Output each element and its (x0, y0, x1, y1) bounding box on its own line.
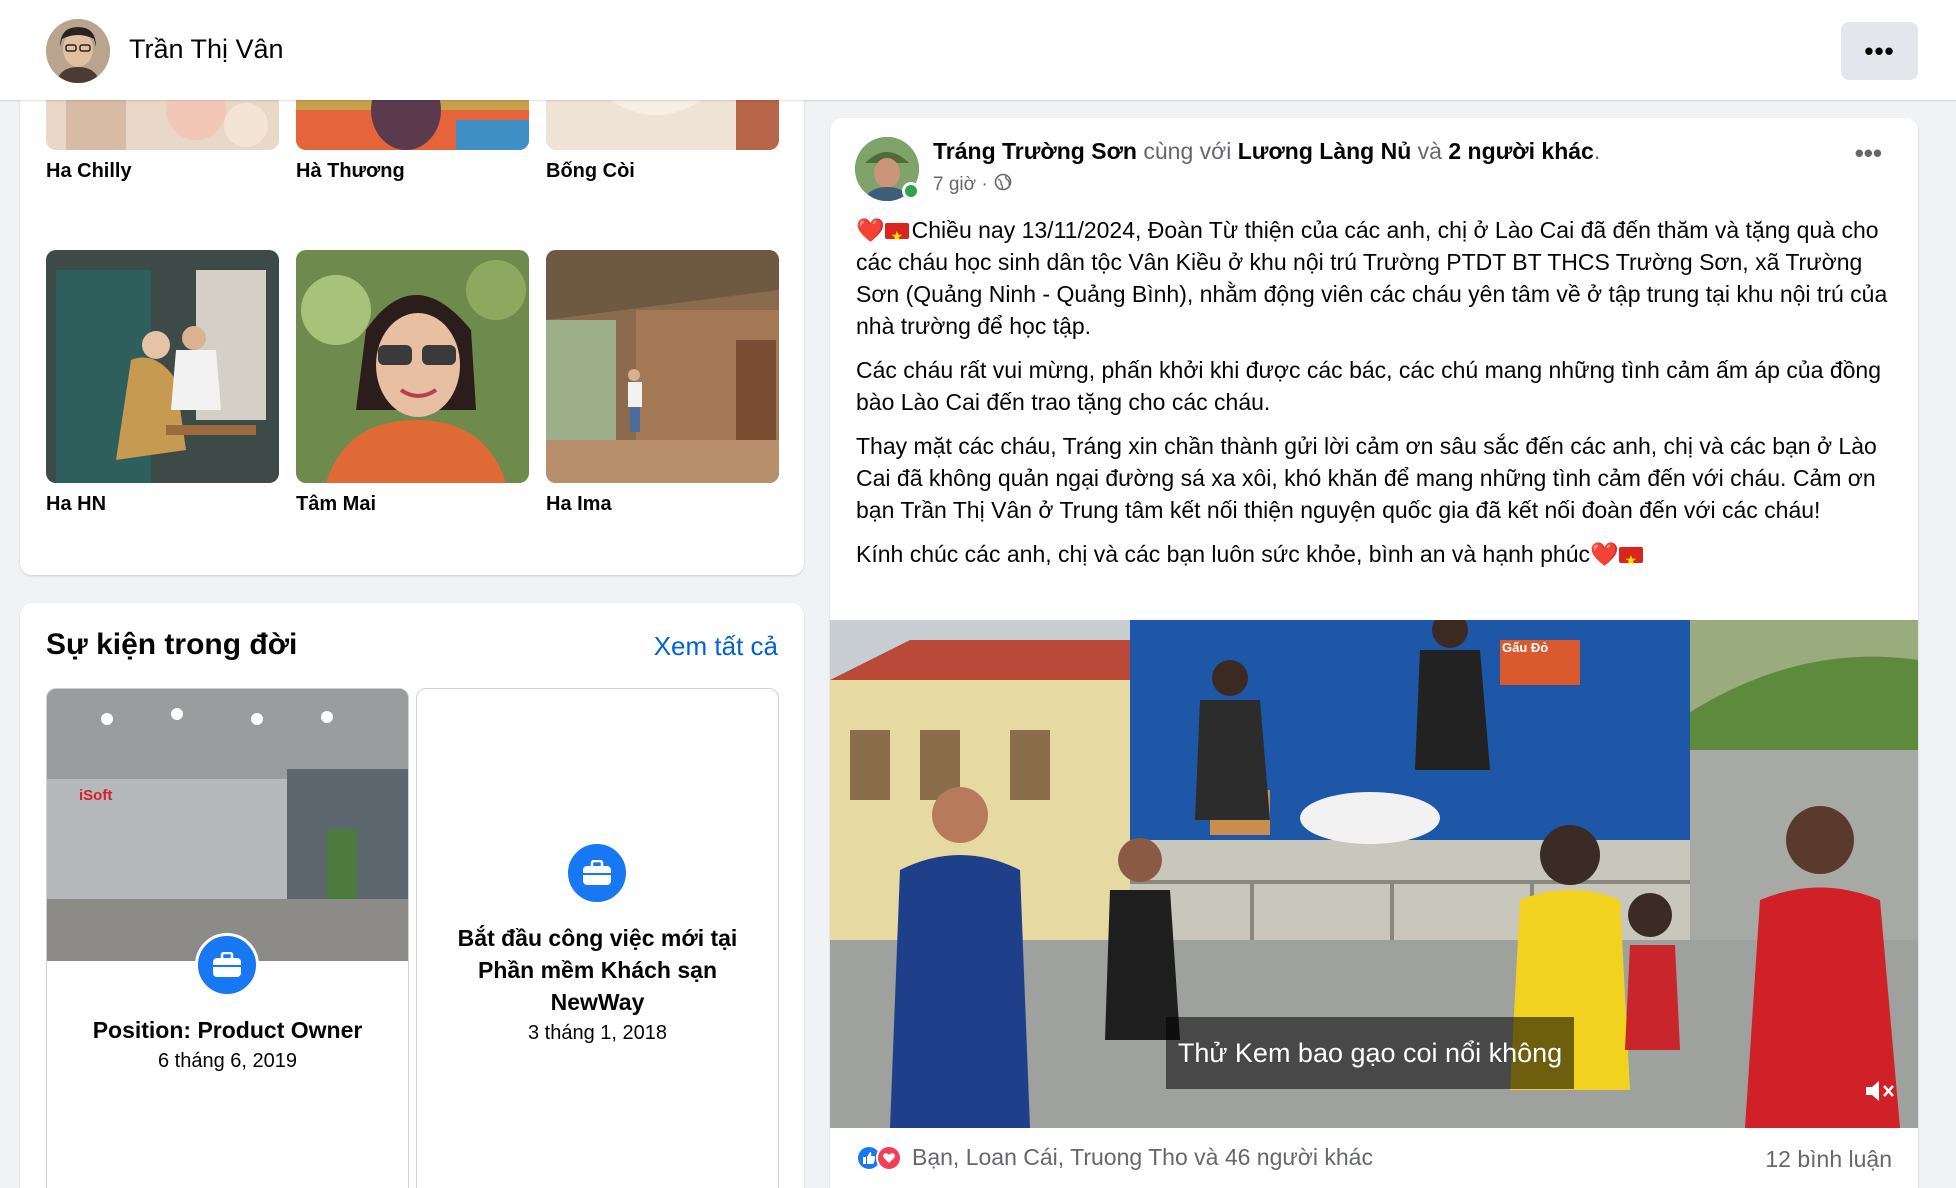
online-status-dot (902, 182, 920, 200)
tagged-person[interactable]: Lương Làng Nủ (1238, 138, 1412, 164)
post-author-name[interactable]: Tráng Trường Sơn (933, 138, 1137, 164)
friend-name[interactable]: Bống Còi (546, 160, 779, 183)
heart-icon: ❤️ (1590, 541, 1619, 567)
post-paragraph: Thay mặt các cháu, Tráng xin chần thành … (856, 433, 1877, 523)
event-title: Bắt đầu công việc mới tại Phần mềm Khách… (457, 925, 738, 1015)
event-date: 3 tháng 1, 2018 (527, 1022, 667, 1044)
profile-avatar[interactable] (46, 19, 110, 83)
event-date: 6 tháng 6, 2019 (157, 1050, 297, 1072)
friend-name[interactable]: Tâm Mai (296, 493, 529, 516)
friend-name[interactable]: Hà Thương (296, 160, 529, 183)
vietnam-flag-icon (1618, 544, 1643, 576)
briefcase-icon (195, 933, 259, 997)
friend-name[interactable]: Ha HN (46, 493, 279, 516)
post-paragraph: Các cháu rất vui mừng, phấn khởi khi đượ… (856, 357, 1882, 415)
post-meta: 7 giờ · (933, 173, 1012, 197)
life-event-item[interactable]: iSoft Position: Product Owner 6 tháng 6,… (46, 688, 409, 1188)
friend-name[interactable]: Ha Ima (546, 493, 779, 516)
friend-item[interactable]: Ha Ima (546, 250, 779, 516)
tagged-others[interactable]: 2 người khác (1448, 138, 1594, 164)
post-options-button[interactable]: ••• (1855, 138, 1882, 169)
friend-item[interactable]: Tâm Mai (296, 250, 529, 516)
post-paragraph: Kính chúc các anh, chị và các bạn luôn s… (856, 538, 1906, 576)
friend-photo[interactable] (46, 250, 279, 483)
comments-count[interactable]: 12 bình luận (1765, 1146, 1892, 1173)
period: . (1593, 138, 1601, 164)
vietnam-flag-icon (884, 220, 909, 252)
profile-menu-button[interactable]: ••• (1841, 22, 1918, 80)
reactions-summary[interactable]: Bạn, Loan Cái, Truong Tho và 46 người kh… (856, 1144, 1373, 1171)
life-events-card: Sự kiện trong đời Xem tất cả iSoft Posit… (20, 603, 804, 1188)
with-word: cùng với (1143, 138, 1232, 164)
post-video[interactable]: Gấu Đỏ Thử Kem bao gạo coi nổi không (830, 620, 1918, 1128)
life-events-title: Sự kiện trong đời (46, 628, 298, 661)
see-all-link[interactable]: Xem tất cả (654, 631, 778, 662)
post-time[interactable]: 7 giờ · (933, 174, 988, 196)
reactions-text[interactable]: Bạn, Loan Cái, Truong Tho và 46 người kh… (912, 1144, 1373, 1171)
profile-header-bar: Trần Thị Vân ••• (0, 0, 1956, 100)
and-word: và (1417, 138, 1442, 164)
love-reaction-icon (876, 1144, 902, 1171)
photo-sign-text: iSoft (79, 787, 113, 804)
event-title: Position: Product Owner (92, 1017, 363, 1043)
post-card: Tráng Trường Sơn cùng với Lương Làng Nủ … (830, 118, 1918, 1188)
heart-icon: ❤️ (856, 217, 885, 243)
friend-photo[interactable] (296, 250, 529, 483)
post-paragraph: ❤️Chiều nay 13/11/2024, Đoàn Từ thiện củ… (856, 214, 1906, 342)
briefcase-icon (565, 841, 629, 905)
friend-name[interactable]: Ha Chilly (46, 160, 279, 183)
event-photo[interactable]: iSoft (47, 689, 408, 961)
profile-name[interactable]: Trần Thị Vân (129, 34, 284, 65)
box-label: Gấu Đỏ (1502, 640, 1549, 655)
video-caption: Thử Kem bao gạo coi nổi không (1166, 1017, 1574, 1089)
friend-item[interactable]: Ha HN (46, 250, 279, 516)
life-event-item[interactable]: Bắt đầu công việc mới tại Phần mềm Khách… (416, 688, 779, 1188)
friend-photo[interactable] (546, 250, 779, 483)
friends-card: Ha Chilly Hà Thương Bống Còi Ha HN Tâm M… (20, 80, 804, 575)
post-header: Tráng Trường Sơn cùng với Lương Làng Nủ … (933, 138, 1600, 165)
globe-icon (994, 173, 1012, 197)
mute-icon[interactable] (1864, 1077, 1896, 1112)
post-text: ❤️Chiều nay 13/11/2024, Đoàn Từ thiện củ… (856, 214, 1906, 582)
